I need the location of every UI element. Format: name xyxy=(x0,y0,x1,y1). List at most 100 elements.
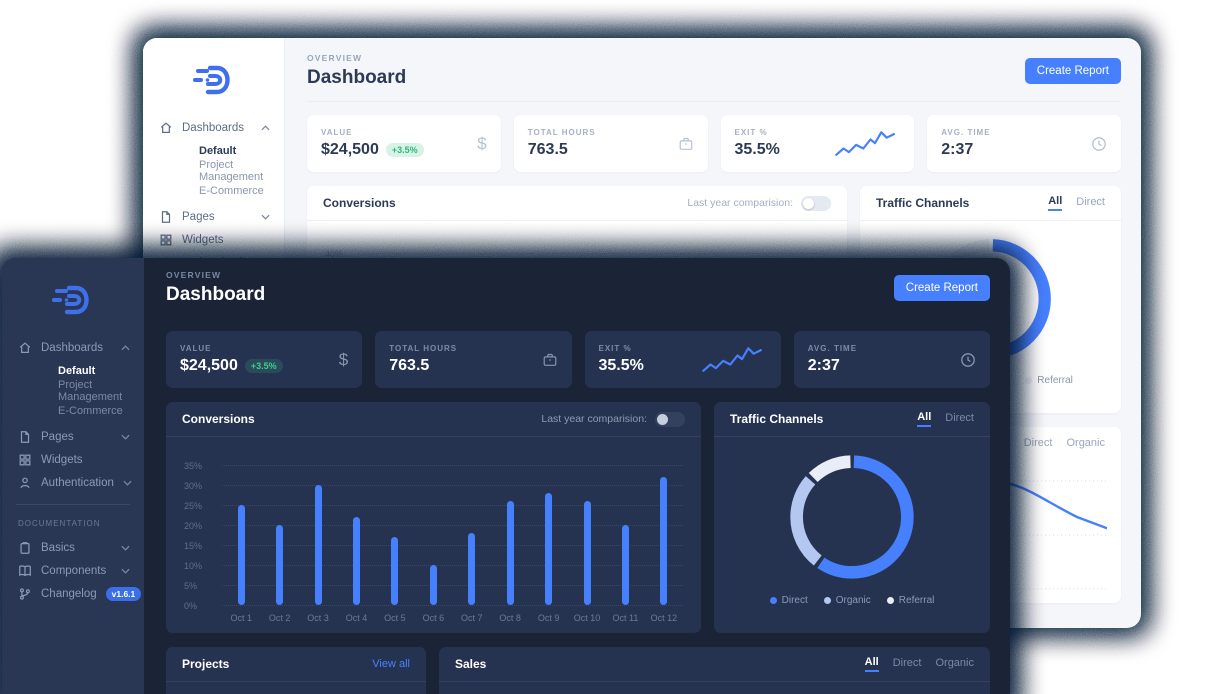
bar xyxy=(276,525,283,605)
clipboard-icon xyxy=(18,541,32,555)
brand-logo-icon xyxy=(191,60,237,100)
legend-item-organic: Organic xyxy=(824,595,871,606)
briefcase-icon xyxy=(542,352,558,368)
chevron-down-icon xyxy=(121,431,130,443)
stat-texts: EXIT % 35.5% xyxy=(599,344,644,375)
light-logo[interactable] xyxy=(143,52,284,116)
chevron-down-icon xyxy=(121,565,130,577)
stat-texts: TOTAL HOURS 763.5 xyxy=(528,128,596,159)
legend-dot xyxy=(824,597,831,604)
view-all-link[interactable]: View all xyxy=(372,658,410,670)
x-axis-labels: Oct 1 Oct 2 Oct 3 Oct 4 Oct 5 Oct 6 Oct … xyxy=(222,613,683,623)
sidebar-subitem-default[interactable]: Default xyxy=(58,361,144,381)
x-axis-tick: Oct 6 xyxy=(414,613,452,623)
sidebar-subitem-default[interactable]: Default xyxy=(199,141,284,161)
tab-direct[interactable]: Direct xyxy=(1076,196,1105,210)
sidebar-item-label: Widgets xyxy=(182,234,224,246)
sidebar-item-dashboards[interactable]: Dashboards xyxy=(18,336,144,359)
legend-item-direct: Direct xyxy=(770,595,808,606)
stat-value: $24,500 xyxy=(321,141,379,159)
chevron-down-icon xyxy=(123,477,132,489)
light-stat-cards: VALUE $24,500 +3.5% $ TOTAL HOURS 763.5 xyxy=(307,115,1121,172)
sidebar-item-label: Components xyxy=(41,565,106,577)
conversions-bar-chart: 35% 30% 25% 20% 15% 10% 5% 0% xyxy=(166,437,701,633)
sidebar-item-label: Dashboards xyxy=(41,342,103,354)
stat-card-total-hours: TOTAL HOURS 763.5 xyxy=(375,331,571,388)
stat-label: TOTAL HOURS xyxy=(389,344,457,353)
tab-all[interactable]: All xyxy=(1048,195,1062,211)
dark-dashboard-panel: Dashboards Default Project Management E-… xyxy=(2,258,1010,694)
tab-all[interactable]: All xyxy=(865,656,879,672)
sidebar-item-components[interactable]: Components xyxy=(18,559,144,582)
sidebar-item-pages[interactable]: Pages xyxy=(159,205,284,228)
dollar-icon: $ xyxy=(339,350,348,370)
bar xyxy=(468,533,475,605)
chevron-up-icon xyxy=(121,342,130,354)
sidebar-subitem-project-management[interactable]: Project Management xyxy=(58,381,144,401)
card-divider xyxy=(166,681,426,682)
stat-card-avg-time: AVG. TIME 2:37 xyxy=(927,115,1121,172)
stat-value: $24,500 xyxy=(180,357,238,375)
stat-card-value: VALUE $24,500 +3.5% $ xyxy=(307,115,501,172)
sidebar-item-label: Dashboards xyxy=(182,122,244,134)
y-axis-tick: 35% xyxy=(184,461,202,471)
sidebar-item-pages[interactable]: Pages xyxy=(18,425,144,448)
tab-direct[interactable]: Direct xyxy=(1024,437,1053,451)
bar xyxy=(622,525,629,605)
legend-label: Referral xyxy=(899,595,935,606)
sidebar-item-authentication[interactable]: Authentication xyxy=(18,471,144,494)
sidebar-item-widgets[interactable]: Widgets xyxy=(18,448,144,471)
sidebar-item-label: Changelog xyxy=(41,588,97,600)
dollar-icon: $ xyxy=(477,134,486,154)
card-title: Traffic Channels xyxy=(730,412,823,426)
sparkline-chart xyxy=(832,126,900,162)
stat-value: 2:37 xyxy=(808,357,840,375)
gridline: 40% xyxy=(363,253,829,254)
last-year-toggle[interactable] xyxy=(801,196,831,211)
home-icon xyxy=(18,341,32,355)
legend-dot xyxy=(887,597,894,604)
sparkline-chart xyxy=(699,342,767,378)
tab-direct[interactable]: Direct xyxy=(945,412,974,426)
briefcase-icon xyxy=(678,136,694,152)
clock-icon xyxy=(1091,136,1107,152)
dark-traffic-card: Traffic Channels All Direct Direct Organ… xyxy=(714,402,990,633)
tab-organic[interactable]: Organic xyxy=(1066,437,1105,451)
sidebar-subitem-ecommerce[interactable]: E-Commerce xyxy=(58,401,144,421)
card-title: Conversions xyxy=(182,412,255,426)
x-axis-tick: Oct 2 xyxy=(260,613,298,623)
create-report-button[interactable]: Create Report xyxy=(894,275,990,301)
y-axis-tick: 15% xyxy=(184,541,202,551)
tab-direct[interactable]: Direct xyxy=(893,657,922,671)
stat-card-avg-time: AVG. TIME 2:37 xyxy=(794,331,990,388)
sidebar-item-changelog[interactable]: Changelog v1.6.1 xyxy=(18,582,144,605)
stat-value: 763.5 xyxy=(389,357,429,375)
sidebar-subitem-project-management[interactable]: Project Management xyxy=(199,161,284,181)
stat-texts: VALUE $24,500 +3.5% xyxy=(180,344,283,375)
sidebar-subitem-ecommerce[interactable]: E-Commerce xyxy=(199,181,284,201)
stat-texts: AVG. TIME 2:37 xyxy=(808,344,857,375)
sidebar-item-dashboards[interactable]: Dashboards xyxy=(159,116,284,139)
clock-icon xyxy=(960,352,976,368)
stat-texts: TOTAL HOURS 763.5 xyxy=(389,344,457,375)
x-axis-tick: Oct 8 xyxy=(491,613,529,623)
dark-logo[interactable] xyxy=(2,272,144,336)
legend-label: Organic xyxy=(836,595,871,606)
last-year-toggle[interactable] xyxy=(655,412,685,427)
dark-row-bottom: Projects View all Sales All Direct Organ… xyxy=(166,647,990,694)
page-icon xyxy=(159,210,173,224)
y-axis-tick: 0% xyxy=(184,601,197,611)
stat-value: 35.5% xyxy=(735,141,780,159)
stat-texts: VALUE $24,500 +3.5% xyxy=(321,128,424,159)
version-badge: v1.6.1 xyxy=(106,587,142,601)
bar xyxy=(584,501,591,605)
tab-all[interactable]: All xyxy=(917,411,931,427)
y-axis-tick: 5% xyxy=(184,581,197,591)
stat-label: EXIT % xyxy=(599,344,644,353)
sidebar-item-widgets[interactable]: Widgets xyxy=(159,228,284,251)
sidebar-item-label: Widgets xyxy=(41,454,83,466)
y-axis-tick: 10% xyxy=(184,561,202,571)
tab-organic[interactable]: Organic xyxy=(935,657,974,671)
sidebar-item-basics[interactable]: Basics xyxy=(18,536,144,559)
create-report-button[interactable]: Create Report xyxy=(1025,58,1121,84)
